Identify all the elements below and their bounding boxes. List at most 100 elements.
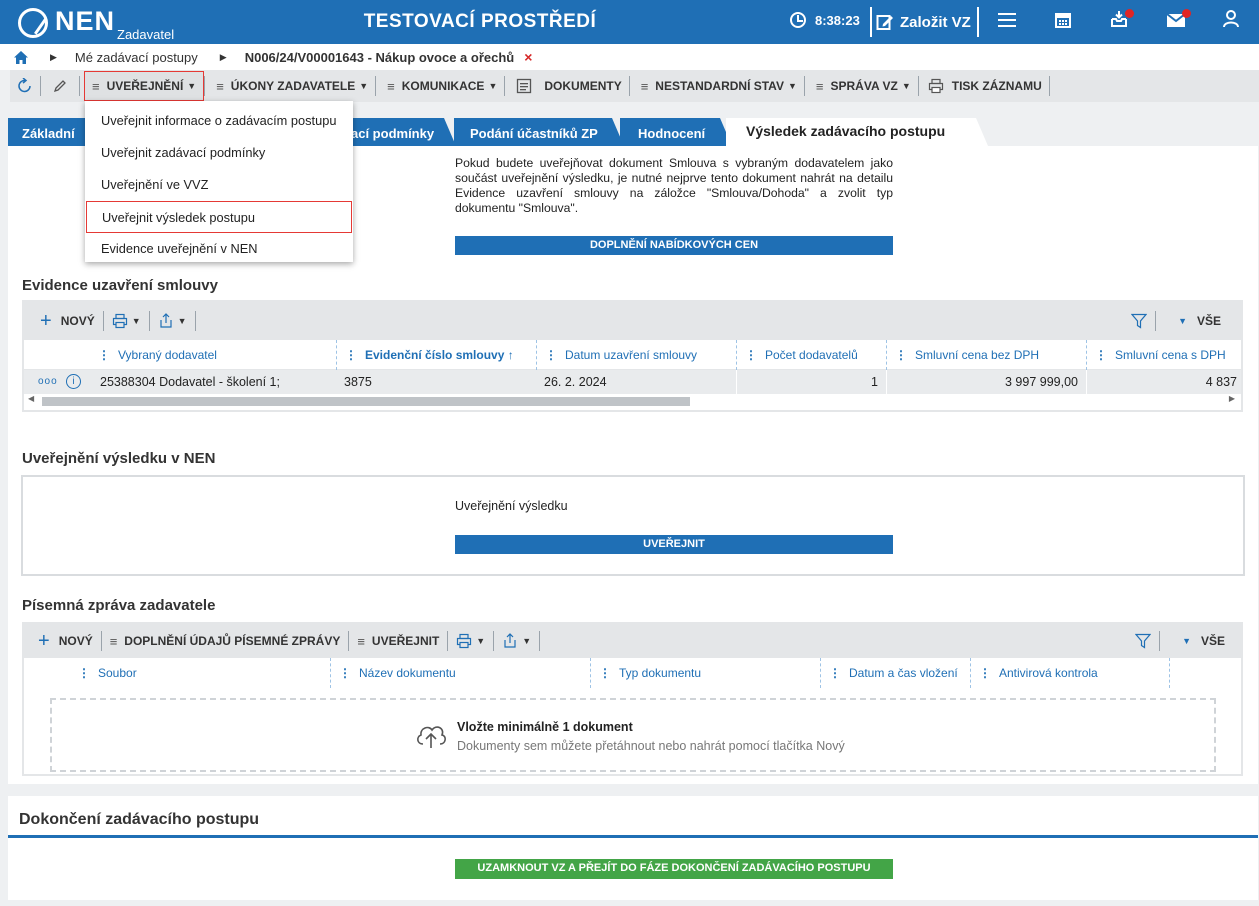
col-evidencni-cislo[interactable]: ⋮ Evidenční číslo smlouvy ↑ [336,340,536,370]
row-actions-icon[interactable]: ooo [38,370,58,394]
caret-down-icon: ▼ [1178,316,1187,326]
logo-subtitle: Zadavatel [117,27,175,42]
column-label: Smluvní cena s DPH [1115,348,1226,362]
edit-button[interactable] [41,71,79,101]
toolbar-divider [504,76,506,96]
toolbar-divider [375,76,377,96]
table-row[interactable]: ooo i 25388304 Dodavatel - školení 1; 38… [24,370,1241,394]
print-record-button[interactable]: TISK ZÁZNAMU [921,71,1049,101]
dokumenty-button[interactable]: DOKUMENTY [509,71,628,101]
clock-icon [790,12,806,28]
tab-vysledek[interactable]: Výsledek zadávacího postupu [726,118,988,146]
menu-item-uverejneni-vvz[interactable]: Uveřejnění ve VVZ [85,169,353,201]
sprava-menu-button[interactable]: ≡ SPRÁVA VZ ▼ [809,71,918,101]
cell-price-no-vat: 3 997 999,00 [886,370,1078,394]
tab-hodnoceni[interactable]: Hodnocení [620,118,732,146]
info-icon[interactable]: i [66,374,81,389]
komunikace-menu-button[interactable]: ≡ KOMUNIKACE ▼ [380,71,504,101]
col-typ-dokumentu[interactable]: ⋮ Typ dokumentu [590,658,820,688]
tab-podani-ucastniku[interactable]: Podání účastníků ZP [454,118,624,146]
evidence-grid-toolbar: + NOVÝ ▼ ▼ ▼ VŠE [24,302,1241,340]
create-vz-button[interactable]: Založit VZ [870,7,979,37]
scroll-left-icon[interactable]: ◀ [28,394,34,403]
home-icon[interactable] [14,50,28,64]
report-export-button[interactable]: ▼ [496,626,537,656]
menu-item-evidence-uverejneni[interactable]: Evidence uveřejnění v NEN [85,233,353,265]
col-cena-bez-dph[interactable]: ⋮ Smluvní cena bez DPH [886,340,1086,370]
smlouva-info-text: Pokud budete uveřejňovat dokument Smlouv… [455,156,893,215]
column-menu-icon: ⋮ [829,666,841,680]
edit-icon [876,15,893,30]
report-print-button[interactable]: ▼ [450,626,491,656]
column-menu-icon: ⋮ [599,666,611,680]
report-all-label: VŠE [1200,634,1225,648]
col-cena-s-dph[interactable]: ⋮ Smluvní cena s DPH [1086,340,1241,370]
upload-dropzone[interactable]: Vložte minimálně 1 dokument Dokumenty se… [50,698,1216,772]
report-new-button[interactable]: + NOVÝ [32,626,99,656]
toolbar-divider [447,631,449,651]
list-action-icon: ≡ [640,78,649,94]
list-action-icon: ≡ [216,78,224,94]
calendar-icon[interactable] [1051,10,1075,34]
toolbar-divider [100,631,102,651]
col-soubor[interactable]: ⋮ Soubor [70,658,330,688]
evidence-filter-button[interactable] [1125,306,1153,336]
notification-dot [1182,9,1191,18]
printer-icon [457,633,472,649]
col-datum-uzavreni[interactable]: ⋮ Datum uzavření smlouvy [536,340,736,370]
inbox-icon[interactable] [1107,9,1134,34]
evidence-print-button[interactable]: ▼ [106,306,147,336]
horizontal-scrollbar[interactable]: ◀ ▶ [24,394,1241,408]
nen-logo[interactable]: NEN Zadavatel [18,6,175,42]
upload-title: Vložte minimálně 1 dokument [457,720,633,734]
ukony-menu-button[interactable]: ≡ ÚKONY ZADAVATELE ▼ [209,71,375,101]
evidence-new-button[interactable]: + NOVÝ [34,306,101,336]
breadcrumb-my-procedures[interactable]: Mé zadávací postupy [75,50,198,65]
list-action-icon: ≡ [92,78,100,94]
evidence-header-row: ⋮ Vybraný dodavatel ⋮ Evidenční číslo smlo… [24,340,1241,370]
menu-item-uverejnit-podminky[interactable]: Uveřejnit zadávací podmínky [85,137,353,169]
menu-icon[interactable] [995,10,1019,34]
col-pocet-dodavatelu[interactable]: ⋮ Počet dodavatelů [736,340,886,370]
uverejneni-menu-button[interactable]: ≡ UVEŘEJNĚNÍ ▼ [84,71,205,101]
report-filter-button[interactable] [1129,626,1157,656]
scroll-right-icon[interactable]: ▶ [1229,394,1235,403]
pencil-icon [53,80,66,93]
cell-supplier: 25388304 Dodavatel - školení 1; [100,375,280,389]
report-view-all-button[interactable]: ▼ VŠE [1172,626,1241,656]
column-menu-icon: ⋮ [979,666,991,680]
mail-icon[interactable] [1164,9,1191,34]
publication-label: Uveřejnění výsledku [455,499,568,513]
col-datum-vlozeni[interactable]: ⋮ Datum a čas vložení [820,658,970,688]
evidence-view-all-button[interactable]: ▼ VŠE [1168,306,1241,336]
ukony-label: ÚKONY ZADAVATELE [230,79,356,93]
doplneni-cen-button[interactable]: DOPLNĚNÍ NABÍDKOVÝCH CEN [455,236,893,255]
upload-hint: Dokumenty sem můžete přetáhnout nebo nah… [457,739,845,753]
report-fill-button[interactable]: ≡ DOPLNĚNÍ ÚDAJŮ PÍSEMNÉ ZPRÁVY [104,626,347,656]
caret-down-icon: ▼ [476,636,486,646]
col-vybrany-dodavatel[interactable]: ⋮ Vybraný dodavatel [90,340,340,370]
uverejnit-button[interactable]: UVEŘEJNIT [455,535,893,554]
col-antivirova-kontrola[interactable]: ⋮ Antivirová kontrola [970,658,1170,688]
evidence-export-button[interactable]: ▼ [152,306,193,336]
column-menu-icon: ⋮ [745,348,757,362]
menu-item-uverejnit-vysledek[interactable]: Uveřejnit výsledek postupu [86,201,352,233]
scrollbar-thumb[interactable] [42,397,690,406]
col-nazev-dokumentu[interactable]: ⋮ Název dokumentu [330,658,590,688]
report-publish-button[interactable]: ≡ UVEŘEJNIT [351,626,445,656]
sprava-label: SPRÁVA VZ [830,79,898,93]
caret-down-icon: ▼ [131,316,141,326]
evidence-all-label: VŠE [1196,314,1221,328]
sort-asc-icon: ↑ [507,348,514,362]
column-menu-icon: ⋮ [339,666,351,680]
close-icon[interactable]: × [524,49,532,65]
lock-vz-button[interactable]: UZAMKNOUT VZ A PŘEJÍT DO FÁZE DOKONČENÍ … [455,859,893,879]
toolbar-divider [1155,311,1157,331]
nestandardni-menu-button[interactable]: ≡ NESTANDARDNÍ STAV ▼ [634,71,804,101]
list-action-icon: ≡ [109,633,118,649]
menu-item-uverejnit-informace[interactable]: Uveřejnit informace o zadávacím postupu [85,105,353,137]
cloud-upload-icon [417,726,446,748]
user-icon[interactable] [1219,10,1243,34]
publication-card [21,475,1245,576]
refresh-button[interactable] [10,71,40,101]
